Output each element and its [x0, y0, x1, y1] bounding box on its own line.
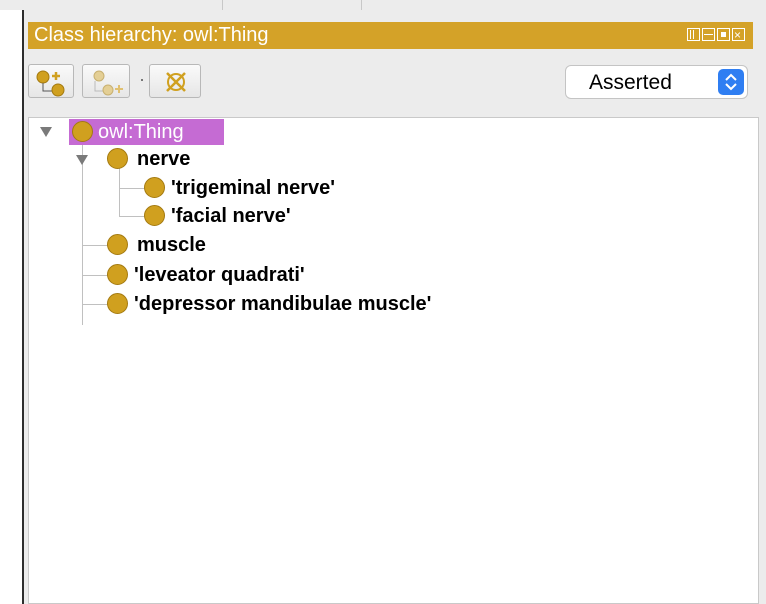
tree-connector [119, 216, 145, 217]
node-label: 'trigeminal nerve' [171, 177, 336, 199]
float-view-icon[interactable] [717, 28, 730, 41]
tree-connector [82, 140, 83, 325]
add-sibling-button[interactable] [82, 64, 130, 98]
class-icon [144, 205, 165, 226]
split-vertical-icon[interactable] [687, 28, 700, 41]
node-label: 'depressor mandibulae muscle' [134, 293, 432, 315]
expand-root-icon[interactable] [40, 127, 52, 137]
panel-title: Class hierarchy: owl:Thing [34, 24, 269, 46]
add-subclass-icon [36, 70, 65, 97]
add-sibling-icon [93, 70, 123, 96]
select-arrows-icon [718, 69, 744, 95]
expand-nerve-icon[interactable] [76, 155, 88, 165]
node-label: 'facial nerve' [171, 205, 291, 227]
tree-node-root[interactable]: owl:Thing [69, 119, 224, 145]
class-icon [107, 264, 128, 285]
node-label: 'leveator quadrati' [134, 264, 305, 286]
tree-connector [119, 188, 145, 189]
split-horizontal-icon[interactable] [702, 28, 715, 41]
strip-divider [361, 0, 362, 10]
strip-divider [222, 0, 223, 10]
selected-view-value: Asserted [589, 71, 672, 94]
hierarchy-view-select[interactable]: Asserted [565, 65, 748, 99]
class-icon [144, 177, 165, 198]
tree-connector [82, 304, 108, 305]
class-icon [107, 148, 128, 169]
node-label: nerve [137, 148, 191, 170]
toolbar-separator [141, 79, 143, 81]
delete-class-button[interactable] [149, 64, 201, 98]
tree-connector [82, 275, 108, 276]
class-icon [107, 234, 128, 255]
panel-titlebar: Class hierarchy: owl:Thing [28, 22, 753, 49]
top-strip [0, 0, 766, 10]
node-label: muscle [137, 234, 206, 256]
class-hierarchy-panel: Class hierarchy: owl:Thing As [24, 10, 766, 604]
close-view-icon[interactable] [732, 22, 745, 49]
class-tree: owl:Thing nerve 'trigeminal nerve' 'faci… [28, 117, 759, 604]
delete-class-icon [166, 72, 186, 92]
tree-connector [119, 168, 120, 217]
view-controls [687, 22, 745, 49]
class-icon [107, 293, 128, 314]
tree-connector [82, 245, 108, 246]
class-icon [72, 121, 93, 142]
node-label: owl:Thing [98, 121, 184, 143]
add-subclass-button[interactable] [28, 64, 74, 98]
